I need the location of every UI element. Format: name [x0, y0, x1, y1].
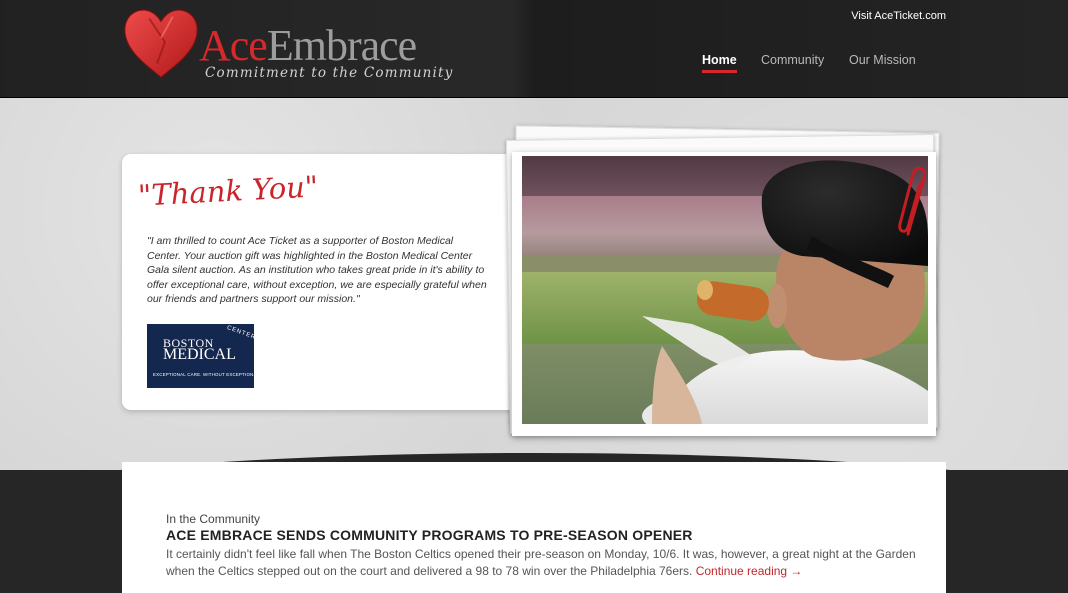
partner-logo-line2: MEDICAL: [163, 346, 236, 363]
latest-post-panel: In the Community ACE EMBRACE SENDS COMMU…: [122, 462, 946, 593]
nav-our-mission[interactable]: Our Mission: [849, 53, 916, 67]
testimonial-quote: "I am thrilled to count Ace Ticket as a …: [147, 235, 487, 305]
hero-photo: [522, 156, 928, 424]
testimonial-card: "Thank You" "I am thrilled to count Ace …: [122, 154, 528, 410]
visit-aceticket-link[interactable]: Visit AceTicket.com: [851, 10, 946, 22]
heart-logo-icon: [124, 9, 198, 78]
logo-ace-text: Ace: [199, 21, 268, 70]
nav-community[interactable]: Community: [761, 53, 824, 67]
post-excerpt: It certainly didn't feel like fall when …: [166, 546, 936, 579]
site-header: AceEmbrace Commitment to the Community V…: [0, 0, 1068, 98]
partner-logo-tagline: EXCEPTIONAL CARE. WITHOUT EXCEPTION.: [153, 372, 255, 377]
paperclip-icon: [898, 166, 926, 236]
continue-reading-link[interactable]: Continue reading →: [696, 564, 803, 578]
hero-section: "Thank You" "I am thrilled to count Ace …: [0, 98, 1068, 470]
site-logo[interactable]: AceEmbrace Commitment to the Community: [122, 5, 452, 87]
photo-frame: [512, 152, 936, 436]
post-title[interactable]: ACE EMBRACE SENDS COMMUNITY PROGRAMS TO …: [166, 527, 693, 543]
boston-medical-center-logo: BOSTON MEDICAL CENTER EXCEPTIONAL CARE. …: [147, 324, 257, 388]
post-excerpt-text: It certainly didn't feel like fall when …: [166, 547, 916, 578]
nav-home[interactable]: Home: [702, 53, 737, 73]
logo-wordmark: AceEmbrace: [199, 21, 417, 70]
partner-logo-line3: CENTER: [225, 324, 257, 342]
post-category[interactable]: In the Community: [166, 512, 260, 526]
logo-embrace-text: Embrace: [266, 21, 417, 70]
boy-at-ballgame-image: [522, 156, 928, 424]
testimonial-heading: "Thank You": [137, 169, 319, 213]
logo-tagline: Commitment to the Community: [205, 65, 454, 81]
